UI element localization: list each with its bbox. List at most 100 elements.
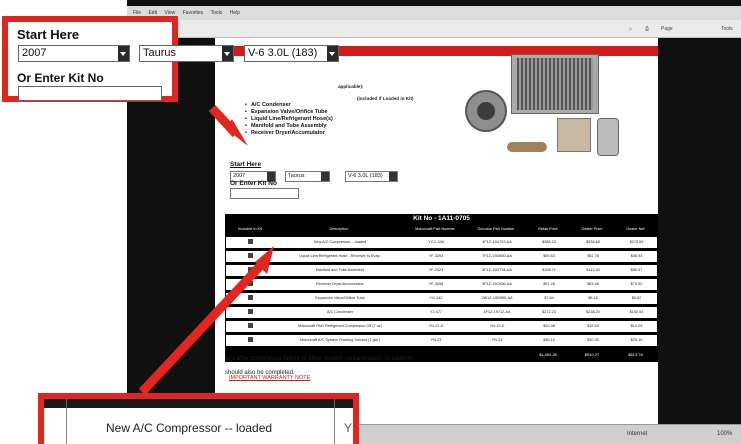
kit-cell-gpn: YN-12-D — [489, 324, 505, 328]
model-select-value: Taurus — [288, 173, 305, 179]
kit-cell-net: $273.59 — [629, 240, 644, 244]
table-row-description: New A/C Compressor -- loaded — [106, 421, 273, 435]
kit-cell-mpn: YJ-477 — [429, 310, 443, 314]
kit-intro-suffix: applicable): — [338, 84, 364, 89]
table-row-zoom-callout: New A/C Compressor -- loaded Y — [38, 393, 359, 444]
kit-cell-gpn: 7F1Z-19D850-AA — [482, 254, 512, 258]
kit-cell-retail: $385.23 — [542, 240, 556, 244]
kit-table-column-header: Description — [329, 227, 349, 231]
kit-table-column-header: Retail Price — [538, 227, 558, 231]
kit-table-column-header: Dealer Net — [626, 227, 645, 231]
kit-cell-gpn: 4F1Z-19V703-AA — [482, 240, 512, 244]
kit-table-row: A/C Condenser YJ-477 4F1Z-19712-AA $272.23 $… — [226, 307, 657, 318]
kit-cell-mpn: YCC-346 — [428, 240, 444, 244]
kit-cell-gpn: 4F1Z-19D734-AA — [482, 268, 512, 272]
menu-tools[interactable]: Tools — [211, 10, 223, 16]
kit-cell-retail: $59.63 — [543, 254, 555, 258]
model-select[interactable]: Taurus — [285, 171, 330, 182]
kit-table-row: Motorcraft PAG Refrigerant Compressor Oi… — [226, 321, 657, 332]
chevron-down-icon — [389, 172, 397, 181]
kit-table-column-header: Motorcraft Part Number — [415, 227, 455, 231]
model-select[interactable]: Taurus — [139, 45, 234, 62]
kit-cell-net: $73.52 — [630, 282, 643, 286]
kit-cell-net: $5.52 — [631, 296, 642, 300]
status-zone: Internet — [627, 431, 648, 437]
include-checkbox[interactable] — [248, 239, 253, 244]
table-header-strip — [44, 399, 353, 408]
browser-menubar: File Edit View Favorites Tools Help — [127, 6, 741, 20]
engine-select-value: V-6 3.0L (183) — [348, 173, 383, 179]
kit-number-label: Or Enter Kit No — [230, 180, 277, 187]
kit-item: Receiver Dryer/Accumulator — [245, 130, 325, 136]
kit-cell-net: $192.54 — [629, 310, 644, 314]
print-icon[interactable]: ⎙ — [645, 26, 649, 32]
kit-table-column-header: Dealer Price — [581, 227, 603, 231]
toolbar-tools-menu[interactable]: Tools — [721, 26, 733, 32]
kit-cell-mpn: YN-12-D — [428, 324, 444, 328]
include-checkbox[interactable] — [248, 295, 253, 300]
kit-number-input[interactable] — [18, 86, 162, 101]
year-select[interactable]: 2007 — [18, 45, 130, 62]
kit-cell-mpn: YF-3098 — [428, 282, 444, 286]
year-select-value: 2007 — [233, 173, 246, 179]
year-select-value: 2007 — [22, 47, 47, 59]
kit-cell-retail: $36.10 — [543, 338, 555, 342]
chevron-down-icon — [118, 46, 129, 61]
kit-cell-retail: $20.48 — [543, 324, 555, 328]
include-checkbox[interactable] — [248, 253, 253, 258]
kit-number-label: Or Enter Kit No — [17, 71, 104, 85]
kit-cell-desc: Motorcraft PAG Refrigerant Compressor Oi… — [298, 324, 382, 328]
kit-cell-desc: Liquid Line/Refrigerant Hose - Receiver … — [299, 254, 381, 258]
engine-select[interactable]: V-6 3.0L (183) — [244, 45, 339, 62]
menu-favorites[interactable]: Favorites — [183, 10, 204, 16]
kit-cell-net: $89.57 — [630, 268, 643, 272]
engine-select[interactable]: V-6 3.0L (183) — [345, 171, 398, 182]
kit-cell-retail: $272.23 — [542, 310, 556, 314]
kit-cell-gpn: 4F1Z-19712-AA — [483, 310, 511, 314]
kit-item: Liquid Line/Refrigerant Hose(s) — [245, 116, 333, 122]
cut-off-cell-text: Y — [344, 421, 353, 435]
kit-cell-desc: Motorcraft A/C System Flushing Solvent (… — [300, 338, 380, 342]
kit-item: Manifold and Tube Assembly — [245, 123, 326, 129]
kit-table-row: Expansion Valve/Orifice Tube YG-242 3W1Z-1… — [226, 293, 657, 304]
kit-table: Kit No - 1A11-0705 Included in Kit Descr… — [225, 214, 658, 362]
toolbar-page-menu[interactable]: Page — [661, 26, 673, 32]
kit-table-column-header: Genuine Part Number — [477, 227, 515, 231]
kit-cell-retail: $7.84 — [544, 296, 554, 300]
engine-select-value: V-6 3.0L (183) — [248, 47, 318, 59]
body-text-line: ters after compressor failure or other s… — [225, 356, 413, 362]
selector-label: Start Here — [230, 161, 262, 168]
total-dealer: $910.27 — [584, 352, 600, 357]
include-checkbox[interactable] — [248, 337, 253, 342]
include-checkbox[interactable] — [248, 323, 253, 328]
kit-item: Expansion Valve/Orifice Tube — [245, 109, 328, 115]
kit-cell-dealer: $30.35 — [587, 338, 599, 342]
kit-cell-dealer: $63.96 — [587, 282, 599, 286]
kit-cell-mpn: YF-3293 — [428, 254, 444, 258]
kit-cell-mpn: YG-242 — [429, 296, 443, 300]
home-icon[interactable]: ⌂ — [629, 26, 632, 32]
menu-help[interactable]: Help — [230, 10, 240, 16]
kit-cell-desc: Expansion Valve/Orifice Tube — [315, 296, 365, 300]
include-checkbox[interactable] — [248, 267, 253, 272]
kit-cell-net: $14.29 — [630, 324, 643, 328]
status-zoom[interactable]: 100% — [717, 431, 732, 437]
chevron-down-icon — [222, 46, 233, 61]
kit-table-row: Motorcraft A/C System Flushing Solvent (… — [226, 335, 657, 346]
selector-label: Start Here — [17, 27, 80, 42]
include-checkbox[interactable] — [248, 281, 253, 286]
chevron-down-icon — [327, 46, 338, 61]
kit-cell-gpn: 3W1Z-19D990-AA — [481, 296, 513, 300]
kit-cell-retail: $97.26 — [543, 282, 555, 286]
kit-cell-gpn: YN-23 — [491, 338, 503, 342]
kit-item: A/C Condenser — [245, 102, 291, 108]
selector-zoom-callout: Start Here 2007 Taurus V-6 3.0L (183) Or… — [2, 16, 339, 102]
kit-cell-dealer: $336.68 — [586, 240, 600, 244]
total-net: $813.76 — [628, 352, 643, 357]
kit-number-input[interactable] — [230, 188, 299, 199]
kit-cell-net: $46.93 — [630, 254, 643, 258]
kit-cell-desc: Receiver Dryer/Accumulator — [316, 282, 364, 286]
kit-table-row: Receiver Dryer/Accumulator YF-3098 4F1Z-19… — [226, 279, 657, 290]
kit-cell-dealer: $238.20 — [586, 310, 600, 314]
include-checkbox[interactable] — [248, 309, 253, 314]
